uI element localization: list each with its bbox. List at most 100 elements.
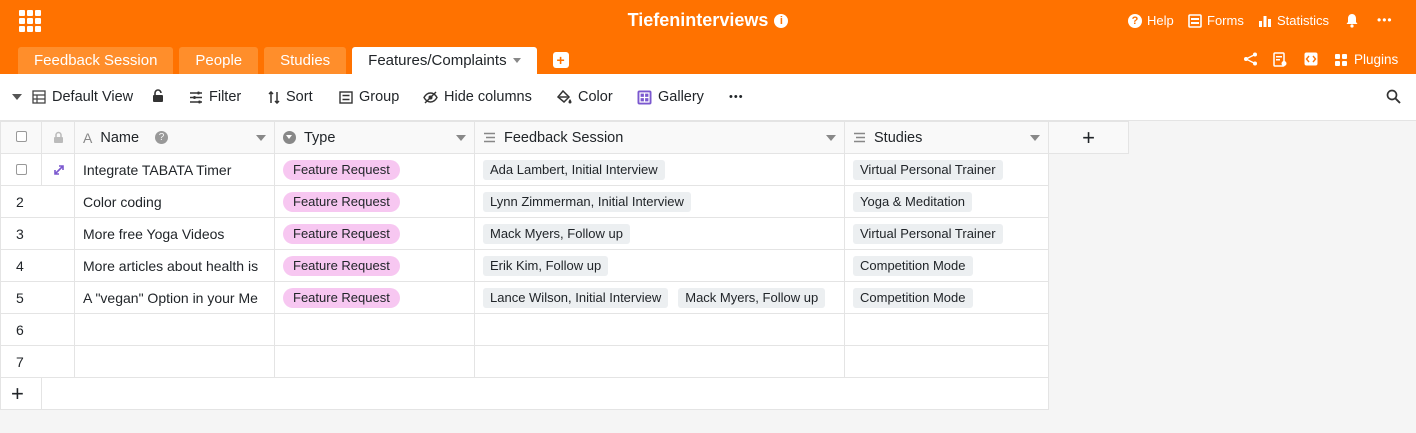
type-cell[interactable]: Feature Request [274,249,475,282]
feedback-cell[interactable] [474,313,845,346]
table-row[interactable]: 3 More free Yoga Videos Feature Request … [0,217,1129,250]
plugins-button[interactable]: Plugins [1334,52,1398,67]
row-select-cell[interactable] [0,153,42,186]
statistics-button[interactable]: Statistics [1258,13,1329,28]
linked-record-tag[interactable]: Mack Myers, Follow up [483,223,630,244]
info-icon[interactable]: i [774,14,789,28]
notifications-button[interactable] [1345,13,1359,28]
linked-record-tag[interactable]: Virtual Personal Trainer [853,223,1003,244]
linked-record-tag[interactable]: Erik Kim, Follow up [483,255,609,276]
chevron-down-icon[interactable] [1030,134,1040,141]
search-button[interactable] [1386,89,1401,104]
feedback-cell[interactable]: Mack Myers, Follow up [474,217,845,250]
linked-record-tag[interactable]: Lynn Zimmerman, Initial Interview [483,191,691,212]
sort-button[interactable]: Sort [268,89,313,105]
tab-feedback-session[interactable]: Feedback Session [18,47,174,74]
feedback-cell[interactable]: Ada Lambert, Initial Interview [474,153,845,186]
collapse-caret-icon[interactable] [12,94,22,100]
column-header-name[interactable]: A Name ? [74,121,275,154]
name-cell[interactable]: A "vegan" Option in your Me [74,281,275,314]
chevron-down-icon[interactable] [256,134,266,141]
empty-cell [1048,377,1129,410]
feedback-cell[interactable]: Lynn Zimmerman, Initial Interview [474,185,845,218]
expand-icon[interactable] [53,164,65,176]
type-cell[interactable]: Feature Request [274,281,475,314]
row-checkbox[interactable] [16,163,27,175]
select-all-cell[interactable] [0,121,42,154]
add-table-button[interactable]: + [552,52,569,68]
more-menu-button[interactable]: ••• [1377,13,1393,27]
column-info-icon[interactable]: ? [155,131,169,144]
type-cell[interactable]: Feature Request [274,153,475,186]
add-row[interactable]: + [0,377,1129,410]
column-header-type[interactable]: Type [274,121,475,154]
table-row[interactable]: 4 More articles about health is Feature … [0,249,1129,282]
forms-button[interactable]: Forms [1188,13,1244,28]
feedback-cell[interactable] [474,345,845,378]
toolbar-more-button[interactable]: ••• [729,91,744,103]
chevron-down-icon[interactable] [826,134,836,141]
table-row[interactable]: 2 Color coding Feature Request Lynn Zimm… [0,185,1129,218]
feedback-cell[interactable]: Erik Kim, Follow up [474,249,845,282]
share-button[interactable] [1243,52,1258,66]
studies-cell[interactable]: Competition Mode [844,249,1049,282]
chevron-down-icon[interactable] [512,58,521,63]
base-title-text[interactable]: Tiefeninterviews [628,10,769,30]
column-header-studies[interactable]: Studies [844,121,1049,154]
linked-record-tag[interactable]: Competition Mode [853,255,973,276]
automations-button[interactable] [1273,52,1287,67]
type-cell[interactable]: Feature Request [274,185,475,218]
name-cell[interactable]: Color coding [74,185,275,218]
type-cell[interactable]: Feature Request [274,217,475,250]
chevron-down-icon[interactable] [456,134,466,141]
tab-features-complaints[interactable]: Features/Complaints [352,47,537,74]
linked-record-tag[interactable]: Competition Mode [853,287,973,308]
table-row[interactable]: Integrate TABATA Timer Feature Request A… [0,153,1129,186]
linked-record-tag[interactable]: Lance Wilson, Initial Interview [483,287,669,308]
name-cell[interactable]: Integrate TABATA Timer [74,153,275,186]
name-cell[interactable] [74,345,275,378]
view-lock-button[interactable] [152,89,164,103]
linked-record-tag[interactable]: Virtual Personal Trainer [853,159,1003,180]
studies-cell[interactable]: Competition Mode [844,281,1049,314]
table-row[interactable]: 6 [0,313,1129,346]
tab-people[interactable]: People [179,47,259,74]
plugins-icon [1335,53,1347,66]
select-all-checkbox[interactable] [16,130,27,142]
table-row[interactable]: 5 A "vegan" Option in your Me Feature Re… [0,281,1129,314]
row-number: 3 [16,225,24,242]
linked-record-tag[interactable]: Ada Lambert, Initial Interview [483,159,665,180]
linked-record-tag[interactable]: Mack Myers, Follow up [678,287,826,308]
apps-grid-icon[interactable] [19,10,41,32]
tab-studies[interactable]: Studies [264,47,347,74]
gallery-button[interactable]: Gallery [637,89,704,105]
linked-record-tag[interactable]: Yoga & Meditation [853,191,973,212]
column-header-feedback-session[interactable]: Feedback Session [474,121,845,154]
studies-cell[interactable]: Virtual Personal Trainer [844,217,1049,250]
name-cell[interactable]: More articles about health is [74,249,275,282]
table-row[interactable]: 7 [0,345,1129,378]
name-cell[interactable] [74,313,275,346]
type-option-pill: Feature Request [283,255,400,276]
name-cell[interactable]: More free Yoga Videos [74,217,275,250]
help-button[interactable]: ? Help [1128,13,1174,28]
feedback-cell[interactable]: Lance Wilson, Initial Interview Mack Myer… [474,281,845,314]
hide-columns-button[interactable]: Hide columns [423,89,532,105]
add-column-button[interactable]: + [1048,121,1129,154]
type-cell[interactable] [274,313,475,346]
group-label: Group [359,89,400,105]
api-button[interactable] [1304,52,1318,66]
studies-cell[interactable]: Yoga & Meditation [844,185,1049,218]
color-button[interactable]: Color [557,89,613,105]
filter-button[interactable]: Filter [189,89,241,105]
group-button[interactable]: Group [339,89,399,105]
studies-cell[interactable]: Virtual Personal Trainer [844,153,1049,186]
expand-row-cell[interactable] [41,153,75,186]
studies-cell[interactable] [844,345,1049,378]
view-selector[interactable]: Default View [32,89,133,105]
add-row-button[interactable]: + [0,377,42,410]
studies-cell[interactable] [844,313,1049,346]
add-row-filler[interactable] [41,377,1049,410]
column-type-label: Type [304,129,336,146]
type-cell[interactable] [274,345,475,378]
